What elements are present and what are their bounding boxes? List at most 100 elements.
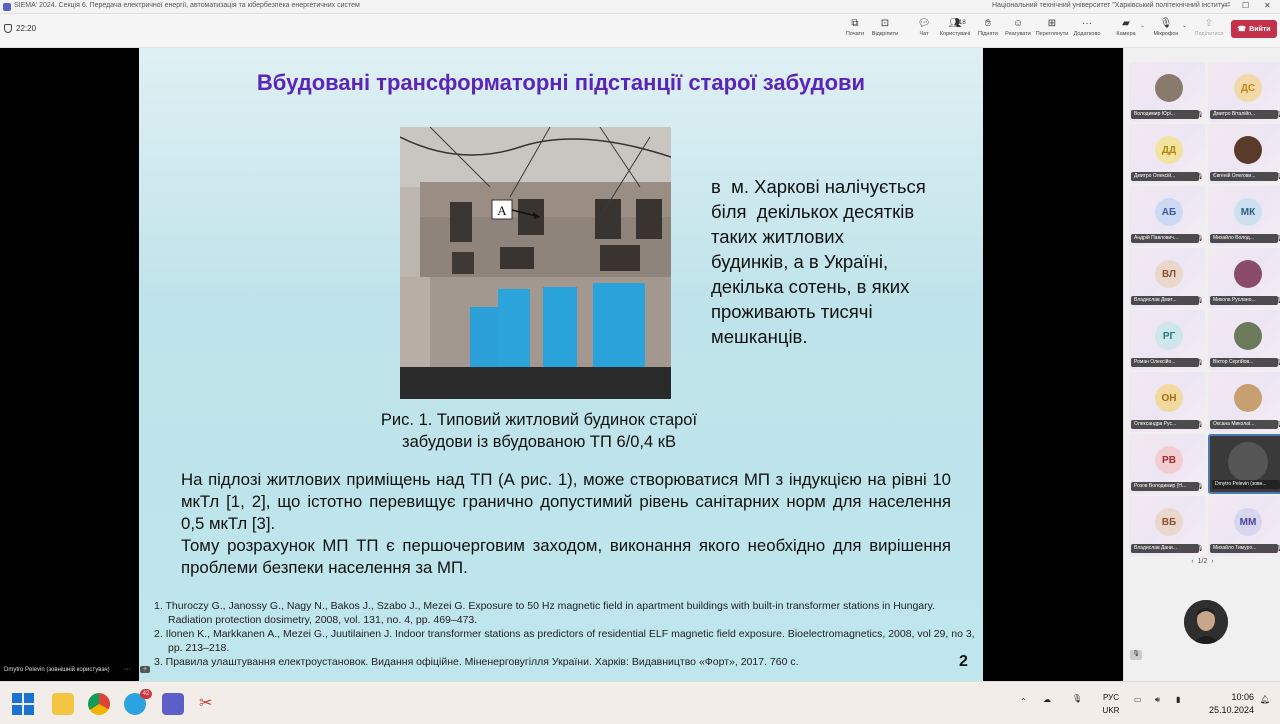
timer-value: 22:20 <box>16 24 37 33</box>
pager-prev-icon[interactable]: ‹ <box>1191 558 1193 565</box>
snipping-tool-icon[interactable]: ✂ <box>199 693 221 715</box>
participant-tile[interactable]: ДС Дмитро Віталійо... 🎙︎ <box>1208 62 1280 122</box>
network-icon[interactable]: ▭ <box>1134 695 1142 704</box>
presentation-slide: Вбудовані трансформаторні підстанції ста… <box>139 48 983 681</box>
participant-tile[interactable]: Оксана Миколаї... 🎙︎ <box>1208 372 1280 432</box>
participant-tile[interactable]: АБ Андрій Павлович... 🎙︎ <box>1129 186 1205 246</box>
share-button[interactable]: ⇧ Поділитися <box>1192 17 1226 47</box>
lang-line-2: UKR <box>1102 706 1120 715</box>
pager-next-icon[interactable]: › <box>1211 558 1213 565</box>
record-icon: ⧉ <box>851 18 859 29</box>
participant-name: Розов Володимир (Н... <box>1131 482 1199 491</box>
battery-icon[interactable]: ▮ <box>1176 695 1180 704</box>
participant-tile[interactable]: Микола Русланo... 🎙︎ <box>1208 248 1280 308</box>
camera-label: Камера <box>1116 31 1136 37</box>
more-options-icon[interactable]: ··· <box>124 666 131 673</box>
microphone-button[interactable]: 🎙︎ Мікрофон <box>1149 17 1183 47</box>
chat-icon: 💬︎ <box>917 18 931 29</box>
unpin-button[interactable]: ⊡ Відкріпити <box>868 17 902 47</box>
building-photo: A <box>400 127 671 399</box>
camera-chevron-icon[interactable]: ⌄ <box>1140 22 1145 29</box>
mic-muted-icon: 🎙︎ <box>1196 422 1204 428</box>
avatar: ДД <box>1155 136 1183 164</box>
participant-name: Микола Русланo... <box>1210 296 1278 305</box>
slide-title: Вбудовані трансформаторні підстанції ста… <box>256 70 866 95</box>
view-button[interactable]: ⊞ Переглянути <box>1035 17 1069 47</box>
file-explorer-icon[interactable] <box>52 693 74 715</box>
participant-tile[interactable]: Володимир Юрі... 🎙︎ <box>1129 62 1205 122</box>
references-list: 1. Thuroczy G., Janossy G., Nagy N., Bak… <box>154 599 980 669</box>
participant-tile[interactable]: ОН Олександра Рус... 🎙︎ <box>1129 372 1205 432</box>
reference-item: 3. Правила улаштування електроустановок.… <box>154 656 799 668</box>
telegram-icon[interactable]: 42 <box>124 689 152 715</box>
self-camera-image <box>1184 600 1228 644</box>
react-button[interactable]: ☺ Реагувати <box>1001 17 1035 47</box>
participant-name: Михайло Тимуро... <box>1210 544 1278 553</box>
cloud-icon[interactable]: ☁ <box>1043 695 1051 704</box>
participant-tile[interactable]: РВ Розов Володимир (Н... 🎙︎ <box>1129 434 1205 494</box>
clock-date: 25.10.2024 <box>1208 705 1254 715</box>
people-label: Користувачі <box>939 31 971 37</box>
minimize-icon[interactable]: — <box>1222 1 1230 10</box>
side-line: в м. Харкові налічується <box>711 176 926 197</box>
teams-icon[interactable] <box>162 693 184 715</box>
leave-button[interactable]: ☎ Вийти <box>1231 20 1277 38</box>
participant-tile[interactable]: РГ Роман Олексійо... 🎙︎ <box>1129 310 1205 370</box>
participant-name: Дмитро Олексій... <box>1131 172 1199 181</box>
participant-name: Оксана Миколаї... <box>1210 420 1278 429</box>
avatar <box>1234 260 1262 288</box>
mic-muted-icon: 🎙︎ <box>1196 546 1204 552</box>
participant-tile[interactable]: ВБ Владислав Дани... 🎙︎ <box>1129 496 1205 556</box>
language-indicator[interactable]: РУС UKR <box>1098 691 1124 717</box>
side-line: мешканців. <box>711 326 808 347</box>
maximize-icon[interactable]: ☐ <box>1242 1 1249 10</box>
participant-name: Євгеній Олегови... <box>1210 172 1278 181</box>
avatar: ВБ <box>1155 508 1183 536</box>
close-icon[interactable]: ✕ <box>1264 1 1271 10</box>
windows-start-icon[interactable] <box>12 693 34 715</box>
figure-caption: Рис. 1. Типовий житловий будинок старої … <box>319 409 759 453</box>
system-clock[interactable]: 10:06 25.10.2024 <box>1198 691 1254 717</box>
mic-toggle-icon[interactable]: 🎙︎ <box>1130 650 1142 660</box>
participant-tile[interactable]: ММ Михайло Тимуро... 🎙︎ <box>1208 496 1280 556</box>
mic-muted-icon: 🎙︎ <box>1275 174 1280 180</box>
expand-icon[interactable]: + <box>140 666 151 673</box>
react-icon: ☺ <box>1012 18 1024 29</box>
avatar: ДС <box>1234 74 1262 102</box>
participant-name: Михайло Волод... <box>1210 234 1278 243</box>
raise-hand-button[interactable]: ✋︎ Підняти <box>971 17 1005 47</box>
microphone-chevron-icon[interactable]: ⌄ <box>1182 22 1187 29</box>
meeting-toolbar: 22:20 ⧉ Почати ⊡ Відкріпити 💬︎ Чат 👥︎ 18… <box>0 14 1280 48</box>
avatar <box>1234 384 1262 412</box>
people-button[interactable]: 👥︎ 18 Користувачі <box>938 17 972 47</box>
record-button[interactable]: ⧉ Почати <box>838 17 872 47</box>
mic-muted-icon: 🎙︎ <box>1196 298 1204 304</box>
tray-chevron-up-icon[interactable]: ⌃ <box>1020 697 1027 706</box>
caption-line-2: забудови із вбудованою ТП 6/0,4 кВ <box>402 433 676 451</box>
avatar: ВЛ <box>1155 260 1183 288</box>
participant-gallery: ‹ 1/2 › 🎙︎ Володимир Юрі... 🎙︎ ДС Дмитро Ві… <box>1123 48 1280 681</box>
mic-muted-icon: 🎙︎ <box>1275 360 1280 366</box>
unpin-icon: ⊡ <box>880 18 890 29</box>
caption-line-1: Рис. 1. Типовий житловий будинок старої <box>380 411 698 429</box>
participant-tile[interactable]: ДД Дмитро Олексій... 🎙︎ <box>1129 124 1205 184</box>
participant-tile[interactable]: Євгеній Олегови... 🎙︎ <box>1208 124 1280 184</box>
participant-tile[interactable]: ВЛ Владислав Дмит... 🎙︎ <box>1129 248 1205 308</box>
more-button[interactable]: ··· Додатково <box>1070 17 1104 47</box>
chat-button[interactable]: 💬︎ Чат <box>907 17 941 47</box>
mic-muted-icon[interactable]: 🎙︎ <box>1072 694 1082 703</box>
chrome-icon[interactable] <box>88 693 110 715</box>
self-view-label: Dmytro Pelevin (зовнішній користувач) <box>4 667 110 673</box>
organization-name: Національний технічний університет "Харк… <box>992 2 1231 9</box>
volume-icon[interactable]: 🔊︎ <box>1155 695 1160 705</box>
react-label: Реагувати <box>1005 31 1031 37</box>
body-paragraph-2: Тому розрахунок МП ТП є першочерговим за… <box>181 536 951 577</box>
microphone-icon: 🎙︎ <box>1159 18 1173 29</box>
participant-tile[interactable]: Dmytro Pelevin (зовн... <box>1208 434 1280 494</box>
mic-muted-icon: 🎙︎ <box>1196 360 1204 366</box>
camera-button[interactable]: ▰ Камера <box>1109 17 1143 47</box>
self-camera-avatar <box>1184 600 1228 644</box>
participant-tile[interactable]: Віктор Сергійов... 🎙︎ <box>1208 310 1280 370</box>
participant-tile[interactable]: МК Михайло Волод... 🎙︎ <box>1208 186 1280 246</box>
notification-bell-icon[interactable]: 🔔︎ <box>1260 695 1270 704</box>
